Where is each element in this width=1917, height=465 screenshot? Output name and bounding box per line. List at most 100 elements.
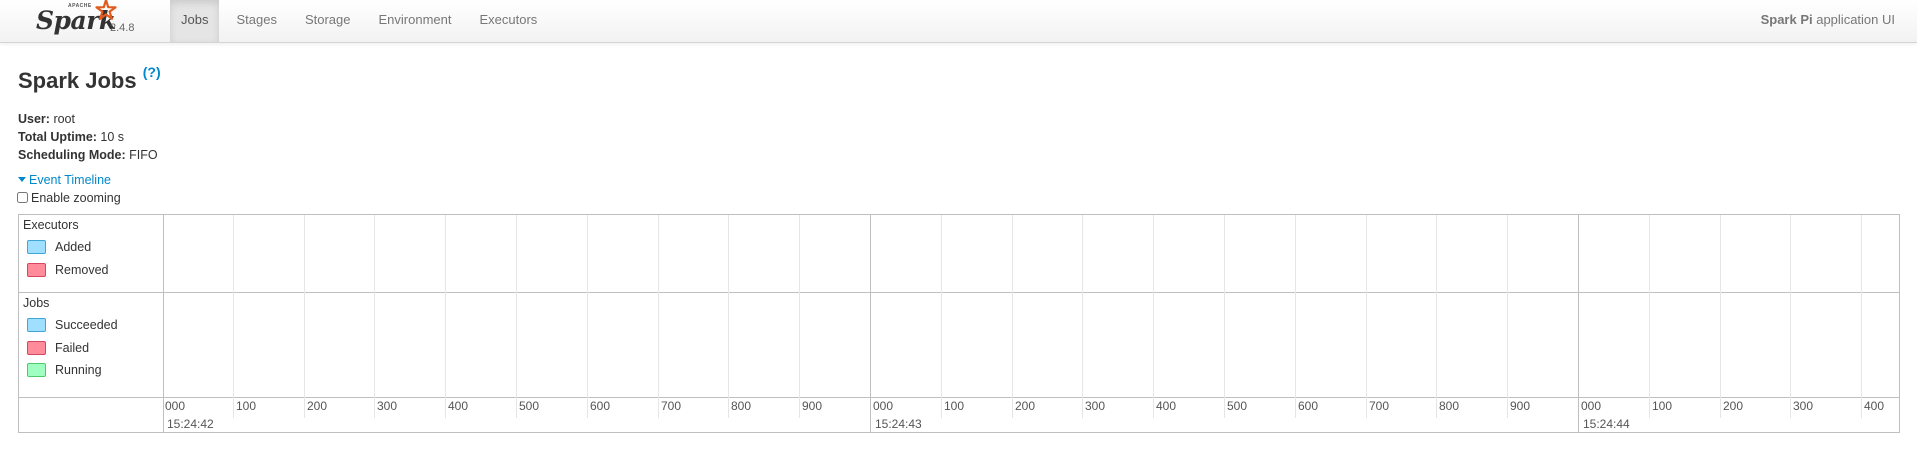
added-swatch <box>27 239 46 254</box>
tab-jobs[interactable]: Jobs <box>170 0 220 42</box>
failed-swatch <box>27 340 46 355</box>
navbar: APACHE Spark 2.4.8 Jobs Stages Storage E… <box>0 0 1917 43</box>
executors-title: Executors <box>23 218 79 232</box>
legend-removed-label: Removed <box>55 263 109 277</box>
timeline-gridline <box>445 215 446 418</box>
legend-failed-label: Failed <box>55 341 90 355</box>
jobs-title: Jobs <box>23 296 50 310</box>
timeline-tick-label: 100 <box>944 399 965 413</box>
spark-version: 2.4.8 <box>110 22 135 34</box>
timeline-tick-label: 900 <box>1510 399 1531 413</box>
help-link[interactable]: (?) <box>143 64 161 80</box>
legend-succeeded-label: Succeeded <box>55 318 118 332</box>
job-summary: User: root Total Uptime: 10 s Scheduling… <box>18 110 158 164</box>
timeline-tick-label: 000 <box>1581 399 1602 413</box>
timeline-time-label: 15:24:43 <box>875 417 922 431</box>
timeline-tick-label: 800 <box>1439 399 1460 413</box>
timeline-gridline <box>941 215 942 418</box>
legend-failed: Failed <box>27 340 90 356</box>
timeline-tick-label: 400 <box>1156 399 1177 413</box>
app-name: Spark Pi <box>1760 12 1813 27</box>
caret-down-icon <box>18 177 26 183</box>
timeline-gridline <box>1507 215 1508 418</box>
tab-storage[interactable]: Storage <box>294 0 362 42</box>
timeline-gridline <box>1082 215 1083 418</box>
enable-zooming-checkbox[interactable] <box>17 192 28 204</box>
timeline-gridline <box>728 215 729 418</box>
timeline-gridline <box>1649 215 1650 418</box>
tab-environment[interactable]: Environment <box>368 0 463 42</box>
uptime-label: Total Uptime: <box>18 130 97 144</box>
legend-added-label: Added <box>55 240 92 254</box>
timeline-gridline <box>587 215 588 418</box>
spark-star-icon <box>95 0 117 20</box>
timeline-tick-label: 000 <box>873 399 894 413</box>
running-swatch <box>27 362 46 377</box>
summary-mode: Scheduling Mode: FIFO <box>18 146 158 164</box>
enable-zooming[interactable]: Enable zooming <box>17 191 121 205</box>
user-label: User: <box>18 112 50 126</box>
timeline-gridline <box>1012 215 1013 418</box>
event-timeline-label: Event Timeline <box>29 173 111 187</box>
timeline-gridline <box>304 215 305 418</box>
timeline-gridline <box>1720 215 1721 418</box>
timeline-gridline <box>1790 215 1791 418</box>
timeline-tick-label: 400 <box>1864 399 1885 413</box>
mode-label: Scheduling Mode: <box>18 148 126 162</box>
timeline-gridline <box>1153 215 1154 418</box>
tab-executors[interactable]: Executors <box>468 0 548 42</box>
spark-logo[interactable]: APACHE Spark 2.4.8 <box>36 0 146 42</box>
legend-removed: Removed <box>27 262 109 278</box>
timeline-tick-label: 500 <box>519 399 540 413</box>
timeline-major-gridline <box>870 215 871 432</box>
timeline-gridline <box>1224 215 1225 418</box>
event-timeline-toggle[interactable]: Event Timeline <box>18 173 111 187</box>
timeline-gridline <box>233 215 234 418</box>
timeline-gridline <box>516 215 517 418</box>
timeline-tick-label: 400 <box>448 399 469 413</box>
timeline-gridline <box>1436 215 1437 418</box>
mode-value: FIFO <box>125 148 158 162</box>
timeline-time-label: 15:24:44 <box>1583 417 1630 431</box>
timeline-tick-label: 200 <box>1015 399 1036 413</box>
timeline-tick-label: 000 <box>165 399 186 413</box>
timeline-tick-label: 100 <box>1652 399 1673 413</box>
uptime-value: 10 s <box>96 130 125 144</box>
timeline-grid: 000 100 200 300 400 500 600 700 800 900 000 100 200 3… <box>164 215 1899 432</box>
timeline-major-gridline <box>1578 215 1579 432</box>
timeline-tick-label: 600 <box>1298 399 1319 413</box>
legend-running: Running <box>27 362 102 378</box>
page-title: Spark Jobs (?) <box>18 64 161 94</box>
summary-user: User: root <box>18 110 158 128</box>
legend-succeeded: Succeeded <box>27 317 118 333</box>
user-value: root <box>49 112 75 126</box>
removed-swatch <box>27 262 46 277</box>
legend-added: Added <box>27 239 92 255</box>
succeeded-swatch <box>27 317 46 332</box>
enable-zooming-label: Enable zooming <box>31 191 121 205</box>
tab-stages[interactable]: Stages <box>225 0 287 42</box>
timeline-tick-label: 300 <box>1085 399 1106 413</box>
timeline-tick-label: 300 <box>1793 399 1814 413</box>
app-suffix: application UI <box>1812 12 1895 27</box>
summary-uptime: Total Uptime: 10 s <box>18 128 158 146</box>
timeline-legend-column: Executors Added Removed Jobs Succeeded F… <box>19 215 164 432</box>
legend-running-label: Running <box>55 363 102 377</box>
timeline-time-label: 15:24:42 <box>167 417 214 431</box>
timeline-gridline <box>799 215 800 418</box>
timeline-gridline <box>658 215 659 418</box>
timeline-tick-label: 600 <box>590 399 611 413</box>
timeline-tick-label: 500 <box>1227 399 1248 413</box>
page-title-text: Spark Jobs <box>18 68 137 93</box>
timeline-gridline <box>1295 215 1296 418</box>
event-timeline[interactable]: Executors Added Removed Jobs Succeeded F… <box>18 214 1900 433</box>
timeline-tick-label: 700 <box>661 399 682 413</box>
nav-tabs: Jobs Stages Storage Environment Executor… <box>170 0 554 42</box>
app-title: Spark Pi application UI <box>1761 0 1895 40</box>
timeline-gridline <box>1366 215 1367 418</box>
timeline-tick-label: 200 <box>1723 399 1744 413</box>
timeline-tick-label: 900 <box>802 399 823 413</box>
timeline-gridline <box>1861 215 1862 418</box>
timeline-tick-label: 100 <box>236 399 257 413</box>
timeline-tick-label: 300 <box>377 399 398 413</box>
